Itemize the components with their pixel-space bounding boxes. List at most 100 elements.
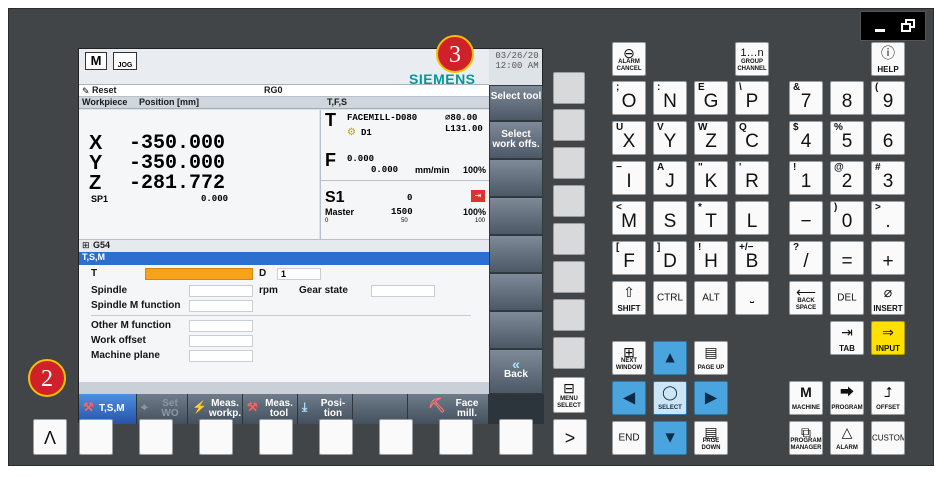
vertical-softkey-3[interactable]	[553, 147, 585, 179]
number-key-3-0[interactable]: −	[789, 201, 823, 235]
program-key[interactable]: ⮕ PROGRAM	[830, 381, 864, 415]
group-channel-key[interactable]: 1…n GROUP CHANNEL	[735, 42, 769, 76]
softkey-select-work-offs[interactable]: Select work offs.	[489, 121, 543, 159]
number-key-0-2[interactable]: (9	[871, 81, 905, 115]
softkey-scroll-up[interactable]: Λ	[33, 419, 67, 455]
end-key[interactable]: END	[612, 421, 646, 455]
softkey-select-tool[interactable]: Select tool	[489, 85, 543, 121]
letter-key-4-3[interactable]: +/− B	[735, 241, 769, 275]
number-key-3-1[interactable]: ) 0	[830, 201, 864, 235]
tab-key[interactable]: ⇥ TAB	[830, 321, 864, 355]
number-key-0-1[interactable]: 8	[830, 81, 864, 115]
number-key-2-1[interactable]: @2	[830, 161, 864, 195]
softkey-back[interactable]: « Back	[489, 349, 543, 394]
letter-key-0-3[interactable]: \ P	[735, 81, 769, 115]
alt-key[interactable]: ALT	[694, 281, 728, 315]
spindle-m-input[interactable]	[189, 300, 253, 312]
letter-key-2-3[interactable]: ' R	[735, 161, 769, 195]
letter-key-1-1[interactable]: VY	[653, 121, 687, 155]
arrow-down-key[interactable]: ▼	[653, 421, 687, 455]
del-key[interactable]: DEL	[830, 281, 864, 315]
number-key-1-2[interactable]: 6	[871, 121, 905, 155]
vertical-softkey-4[interactable]	[553, 185, 585, 217]
arrow-left-key[interactable]: ◀	[612, 381, 646, 415]
help-key[interactable]: ⓘ HELP	[871, 42, 905, 76]
letter-key-3-3[interactable]: L	[735, 201, 769, 235]
minimize-icon[interactable]	[875, 29, 885, 32]
gear-state-input[interactable]	[371, 285, 435, 297]
insert-key[interactable]: ⌀ INSERT	[871, 281, 905, 315]
bottom-softkey-6[interactable]	[379, 419, 413, 455]
softkey-v3[interactable]	[489, 159, 543, 197]
program-manager-key[interactable]: ⧉ PROGRAM MANAGER	[789, 421, 823, 455]
page-up-key[interactable]: ▤ PAGE UP	[694, 341, 728, 375]
vertical-softkey-1[interactable]	[553, 72, 585, 104]
letter-key-3-1[interactable]: S	[653, 201, 687, 235]
letter-key-4-0[interactable]: [F	[612, 241, 646, 275]
vertical-softkey-5[interactable]	[553, 223, 585, 255]
number-key-0-0[interactable]: & 7	[789, 81, 823, 115]
page-down-key[interactable]: ▤ PAGE DOWN	[694, 421, 728, 455]
softkey-v5[interactable]	[489, 235, 543, 273]
work-offset-input[interactable]	[189, 335, 253, 347]
letter-key-1-2[interactable]: WZ	[694, 121, 728, 155]
bottom-softkey-2[interactable]	[139, 419, 173, 455]
vertical-softkey-8[interactable]	[553, 337, 585, 369]
letter-key-0-0[interactable]: ; O	[612, 81, 646, 115]
bottom-softkey-5[interactable]	[319, 419, 353, 455]
restore-icon[interactable]	[901, 19, 915, 32]
ctrl-key[interactable]: CTRL	[653, 281, 687, 315]
number-key-4-2[interactable]: +	[871, 241, 905, 275]
arrow-right-key[interactable]: ▶	[694, 381, 728, 415]
space-key[interactable]: ⎵	[735, 281, 769, 315]
letter-key-2-2[interactable]: " K	[694, 161, 728, 195]
letter-key-4-2[interactable]: ! H	[694, 241, 728, 275]
letter-key-3-2[interactable]: * T	[694, 201, 728, 235]
number-key-1-1[interactable]: % 5	[830, 121, 864, 155]
letter-key-0-2[interactable]: EG	[694, 81, 728, 115]
machine-key[interactable]: M MACHINE	[789, 381, 823, 415]
shift-key[interactable]: ⇧ SHIFT	[612, 281, 646, 315]
bottom-softkey-7[interactable]	[439, 419, 473, 455]
softkey-scroll-right[interactable]: >	[553, 419, 587, 455]
spindle-input[interactable]	[189, 285, 253, 297]
number-key-2-0[interactable]: ! 1	[789, 161, 823, 195]
vertical-softkey-2[interactable]	[553, 109, 585, 141]
d-input[interactable]: 1	[277, 268, 321, 280]
softkey-v6[interactable]	[489, 273, 543, 311]
number-key-4-0[interactable]: ? /	[789, 241, 823, 275]
input-key[interactable]: ⇒ INPUT	[871, 321, 905, 355]
bottom-softkey-8[interactable]	[499, 419, 533, 455]
machine-plane-input[interactable]	[189, 350, 253, 362]
number-key-2-2[interactable]: #3	[871, 161, 905, 195]
number-key-1-0[interactable]: $4	[789, 121, 823, 155]
number-key-4-1[interactable]: =	[830, 241, 864, 275]
menu-select-key[interactable]: ⊟ MENU SELECT	[553, 377, 585, 413]
bottom-softkey-3[interactable]	[199, 419, 233, 455]
letter-key-4-1[interactable]: ] D	[653, 241, 687, 275]
softkey-v7[interactable]	[489, 311, 543, 349]
arrow-up-key[interactable]: ▲	[653, 341, 687, 375]
vertical-softkey-7[interactable]	[553, 299, 585, 331]
number-key-3-2[interactable]: >.	[871, 201, 905, 235]
bottom-softkey-4[interactable]	[259, 419, 293, 455]
letter-key-1-0[interactable]: UX	[612, 121, 646, 155]
other-m-input[interactable]	[189, 320, 253, 332]
vertical-softkey-6[interactable]	[553, 261, 585, 293]
letter-key-3-0[interactable]: < M	[612, 201, 646, 235]
alarm-cancel-key[interactable]: ⊖ ALARM CANCEL	[612, 42, 646, 76]
next-window-key[interactable]: ⊞ NEXT WINDOW	[612, 341, 646, 375]
letter-key-1-3[interactable]: QC	[735, 121, 769, 155]
letter-key-2-0[interactable]: − I	[612, 161, 646, 195]
alarm-key[interactable]: △ ALARM	[830, 421, 864, 455]
softkey-v4[interactable]	[489, 197, 543, 235]
select-key[interactable]: ◯ SELECT	[653, 381, 687, 415]
offset-key[interactable]: ⮥ OFFSET	[871, 381, 905, 415]
custom-key[interactable]: CUSTOM	[871, 421, 905, 455]
letter-key-0-1[interactable]: :N	[653, 81, 687, 115]
s-value: 0	[407, 193, 413, 203]
bottom-softkey-1[interactable]	[79, 419, 113, 455]
backspace-key[interactable]: ⟵ BACK SPACE	[789, 281, 823, 315]
letter-key-2-1[interactable]: AJ	[653, 161, 687, 195]
tool-input[interactable]	[145, 268, 253, 280]
